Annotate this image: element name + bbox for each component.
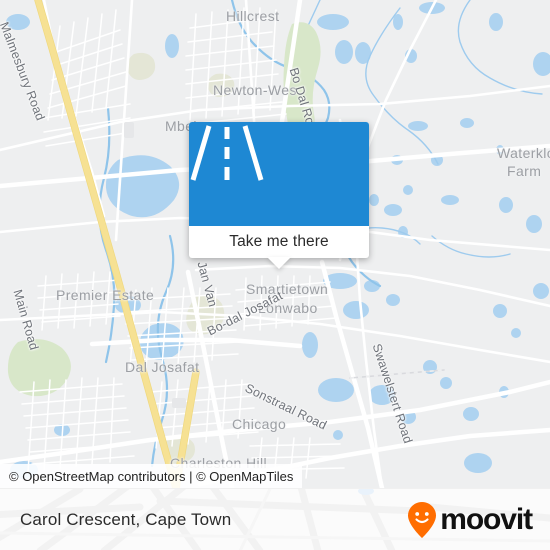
popup-image[interactable] (189, 122, 369, 226)
take-me-there-button[interactable]: Take me there (189, 226, 369, 258)
map-popup[interactable]: Take me there (189, 122, 369, 269)
moovit-pin-icon (408, 501, 437, 538)
page-title: Carol Crescent, Cape Town (20, 509, 232, 529)
map-canvas[interactable]: .w { fill:#aed3f0; } .ws { fill:none; st… (0, 0, 550, 488)
screenshot-root: .w { fill:#aed3f0; } .ws { fill:none; st… (0, 0, 550, 550)
map-attribution[interactable]: © OpenStreetMap contributors | © OpenMap… (0, 464, 303, 488)
road-icon (190, 125, 264, 181)
popup-pointer (267, 257, 291, 269)
moovit-logo[interactable]: moovit (407, 501, 533, 539)
footer-bar: Carol Crescent, Cape Town moovit (0, 488, 550, 550)
moovit-wordmark: moovit (440, 502, 533, 536)
